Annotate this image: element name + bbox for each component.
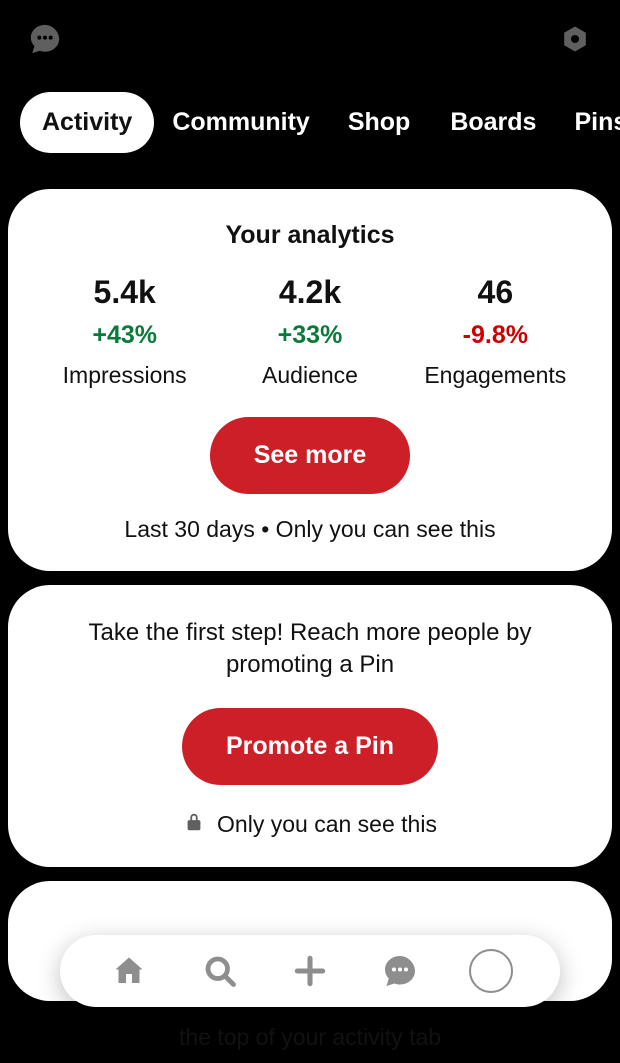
promote-privacy: Only you can see this [32,811,588,839]
tail-text: the top of your activity tab [0,1024,620,1051]
stat-engagements: 46 -9.8% Engagements [403,274,588,389]
stat-delta: +43% [92,321,157,350]
tab-activity[interactable]: Activity [20,92,154,153]
nav-profile-icon[interactable] [468,948,514,994]
stat-value: 5.4k [94,274,156,311]
stat-label: Audience [262,362,358,389]
promote-card: Take the first step! Reach more people b… [8,585,612,867]
stat-delta: -9.8% [463,321,528,350]
tab-shop[interactable]: Shop [328,92,431,153]
nav-add-icon[interactable] [287,948,333,994]
tab-pins[interactable]: Pins [556,92,620,153]
analytics-card: Your analytics 5.4k +43% Impressions 4.2… [8,189,612,571]
stat-delta: +33% [278,321,343,350]
promote-pin-button[interactable]: Promote a Pin [182,708,438,785]
stat-value: 4.2k [279,274,341,311]
stat-value: 46 [478,274,514,311]
top-bar [0,0,620,64]
stat-label: Engagements [424,362,566,389]
nav-messages-icon[interactable] [377,948,423,994]
settings-icon[interactable] [558,22,592,56]
nav-search-icon[interactable] [197,948,243,994]
tab-bar: Activity Community Shop Boards Pins [0,64,620,189]
messages-icon[interactable] [28,22,62,56]
promote-privacy-text: Only you can see this [217,811,437,838]
stats-row: 5.4k +43% Impressions 4.2k +33% Audience… [32,274,588,389]
bottom-nav [60,935,560,1007]
stat-audience: 4.2k +33% Audience [217,274,402,389]
nav-home-icon[interactable] [106,948,152,994]
analytics-footer: Last 30 days • Only you can see this [32,516,588,543]
see-more-button[interactable]: See more [210,417,411,494]
tab-community[interactable]: Community [154,92,328,153]
promote-prompt: Take the first step! Reach more people b… [32,617,588,682]
stat-impressions: 5.4k +43% Impressions [32,274,217,389]
stat-label: Impressions [63,362,187,389]
analytics-title: Your analytics [32,221,588,250]
lock-icon [183,811,205,839]
tab-boards[interactable]: Boards [430,92,556,153]
